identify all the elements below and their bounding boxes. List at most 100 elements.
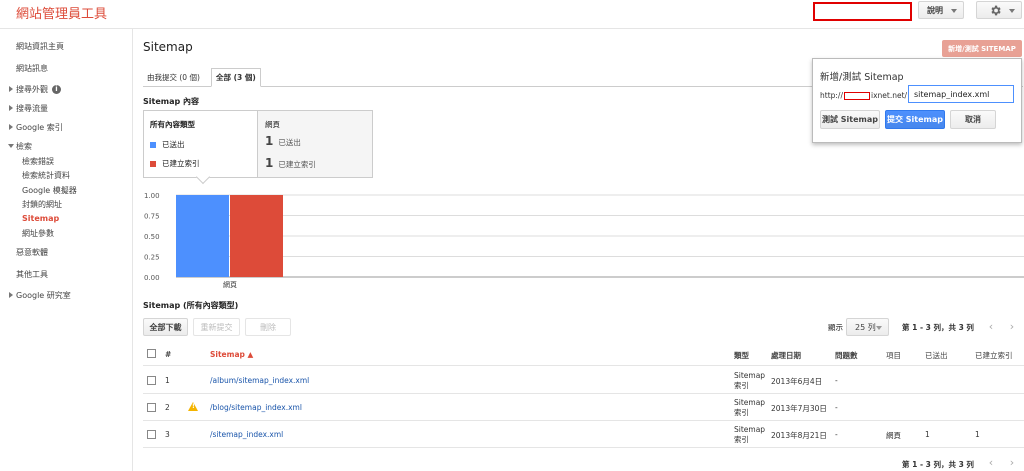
y-tick-label: 0.00 [144,274,160,282]
legend-indexed: 已建立索引 [150,158,200,169]
row-type: Sitemap 索引 [734,398,766,417]
sidebar-item-malware[interactable]: 惡意軟體 [16,247,48,258]
sidebar-subitem-crawl-stats[interactable]: 檢索統計資料 [22,170,70,181]
row-checkbox[interactable] [147,430,156,439]
sitemap-stats-panel: 所有內容類型 已送出 已建立索引 網頁 1 已送出 1 已建立索引 [143,110,373,185]
sidebar-item-dashboard[interactable]: 網站資訊主頁 [16,41,64,52]
stat-indexed: 1 已建立索引 [265,156,316,170]
chevron-right-icon[interactable]: › [1005,320,1019,334]
row-checkbox[interactable] [147,376,156,385]
gear-icon [990,5,1001,15]
divider [143,447,1024,448]
section-title: Sitemap (所有內容類型) [143,301,239,310]
content-type-selector[interactable]: 所有內容類型 已送出 已建立索引 [144,111,258,185]
sidebar-item-search-traffic[interactable]: 搜尋流量 [9,103,48,114]
row-type: Sitemap 索引 [734,425,766,444]
legend-label: 已送出 [162,140,185,149]
tab-all[interactable]: 全部 (3 個) [211,68,261,87]
chevron-down-icon [951,9,957,13]
row-issues: - [835,430,838,439]
sidebar-item-messages[interactable]: 網站訊息 [16,63,48,74]
sidebar-subitem-crawl-errors[interactable]: 檢索錯誤 [22,156,54,167]
row-type: Sitemap 索引 [734,371,766,390]
row-item: 網頁 [886,431,901,440]
row-submitted: 1 [925,430,930,439]
chevron-left-icon[interactable]: ‹ [984,320,998,334]
col-header-processed[interactable]: 處理日期 [771,350,801,361]
row-issues: - [835,403,838,412]
legend-submitted: 已送出 [150,139,185,150]
pager-text: 第 1 - 3 列，共 3 列 [902,323,974,332]
submit-sitemap-button[interactable]: 提交 Sitemap [885,110,945,129]
sidebar-subitem-fetch-as-google[interactable]: Google 模擬器 [22,185,77,196]
sidebar-subitem-blocked-urls[interactable]: 封鎖的網址 [22,199,62,210]
add-test-sitemap-button[interactable]: 新增/測試 SITEMAP [942,40,1022,57]
dialog-title: 新增/測試 Sitemap [820,72,904,83]
row-processed-date: 2013年8月21日 [771,431,827,440]
settings-button[interactable] [976,1,1022,19]
col-header-item: 項目 [886,351,901,360]
rows-label: 顯示 [828,323,843,332]
url-prefix-end: ixnet.net/ [870,91,908,100]
sitemap-path-input[interactable] [908,85,1014,103]
sitemap-link[interactable]: /blog/sitemap_index.xml [210,403,302,412]
info-icon[interactable]: i [52,85,61,94]
y-tick-label: 1.00 [144,192,160,200]
content-type-web: 網頁 [265,120,280,129]
sidebar-subitem-sitemaps[interactable]: Sitemap [22,214,59,223]
stat-value: 1 [265,156,274,170]
stat-value: 1 [265,134,274,148]
rows-select-value: 25 列 [855,322,876,332]
chart-bar [230,195,283,277]
chart-svg: 1.00 0.75 0.50 0.25 0.00 網頁 [144,192,1024,289]
legend-swatch-blue [150,141,156,148]
row-processed-date: 2013年6月4日 [771,377,823,386]
rows-per-page-select[interactable]: 25 列 [846,318,889,336]
sidebar-item-label: 搜尋外觀 [16,85,48,94]
legend-label: 已建立索引 [162,159,200,168]
col-header-issues[interactable]: 問題數 [835,350,858,361]
redacted-account-box[interactable] [813,2,912,21]
content-type-title: 所有內容類型 [150,120,195,129]
y-tick-label: 0.75 [144,213,160,221]
tab-submitted-by-me[interactable]: 由我提交 (0 個) [143,68,208,87]
row-number: 2 [165,403,170,412]
y-tick-label: 0.25 [144,254,160,262]
row-processed-date: 2013年7月30日 [771,404,827,413]
sitemap-link[interactable]: /sitemap_index.xml [210,430,283,439]
legend-swatch-red [150,160,156,167]
sidebar-item-google-index[interactable]: Google 索引 [9,122,63,133]
url-prefix-start: http:// [820,91,843,100]
sidebar-subitem-url-parameters[interactable]: 網址參數 [22,228,54,239]
section-title: Sitemap 內容 [143,97,199,106]
stat-submitted: 1 已送出 [265,134,301,148]
sitemap-link[interactable]: /album/sitemap_index.xml [210,376,309,385]
app-title[interactable]: 網站管理員工具 [16,3,107,22]
sidebar-item-crawl[interactable]: 檢索 [8,141,32,152]
help-button[interactable]: 說明 [918,1,964,19]
download-all-button[interactable]: 全部下載 [143,318,188,336]
col-header-sitemap[interactable]: Sitemap ▲ [210,350,253,359]
resubmit-button[interactable]: 重新提交 [193,318,240,336]
col-header-num: # [165,350,172,359]
selection-notch [195,169,211,185]
col-header-type[interactable]: 類型 [734,350,749,361]
chevron-left-icon[interactable]: ‹ [984,456,998,470]
sidebar-item-labs[interactable]: Google 研究室 [9,290,71,301]
chevron-right-icon[interactable]: › [1005,456,1019,470]
chart-bar [176,195,229,277]
warning-icon[interactable] [188,402,198,411]
cancel-button[interactable]: 取消 [950,110,996,129]
page-title: Sitemap [143,40,193,54]
row-checkbox[interactable] [147,403,156,412]
stat-label: 已建立索引 [278,160,316,169]
sidebar-item-search-appearance[interactable]: 搜尋外觀 i [9,84,61,95]
divider [143,420,1024,421]
x-tick-label: 網頁 [223,280,237,289]
delete-button[interactable]: 刪除 [245,318,291,336]
test-sitemap-button[interactable]: 測試 Sitemap [820,110,880,129]
chevron-down-icon [876,326,882,330]
sidebar-item-other-tools[interactable]: 其他工具 [16,269,48,280]
help-button-label: 說明 [927,5,943,15]
select-all-checkbox[interactable] [147,349,156,358]
